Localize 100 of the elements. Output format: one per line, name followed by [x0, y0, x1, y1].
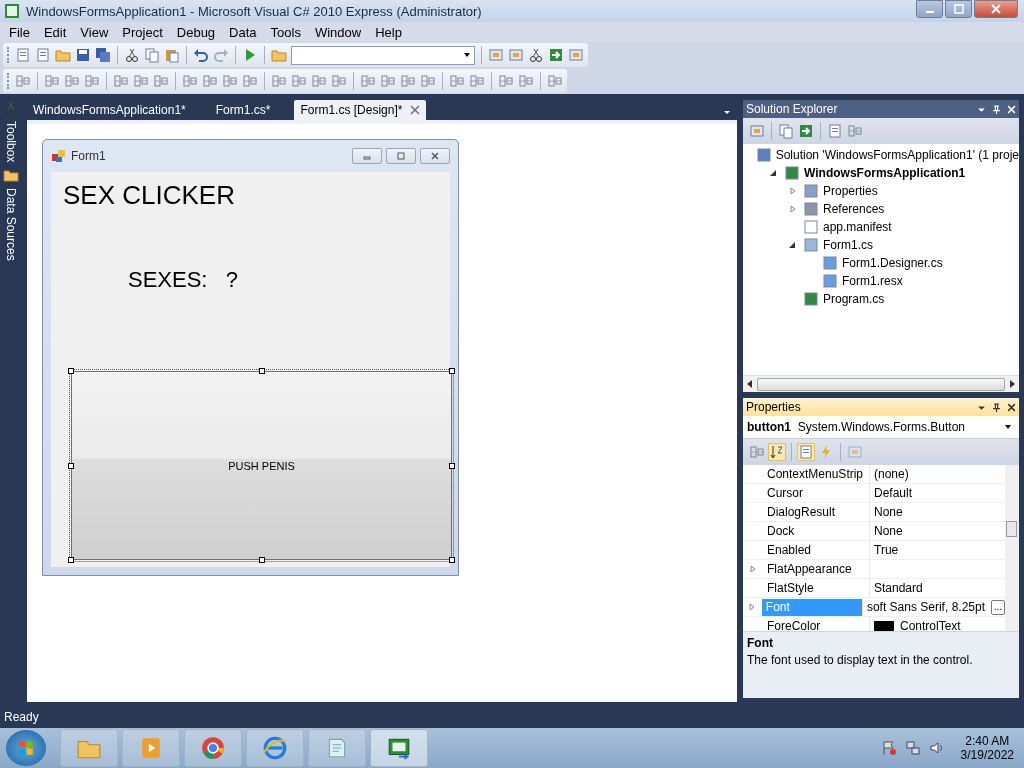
align-icon[interactable]	[242, 73, 258, 89]
menu-item[interactable]: Edit	[36, 24, 74, 40]
vertical-scrollbar[interactable]	[1005, 465, 1019, 631]
taskbar-button[interactable]	[184, 729, 242, 767]
menu-item[interactable]: Debug	[169, 24, 223, 40]
save-all-icon[interactable]	[95, 47, 111, 63]
align-icon[interactable]	[222, 73, 238, 89]
flag-icon[interactable]	[880, 740, 897, 756]
property-name[interactable]: Dock	[763, 522, 870, 540]
form-button[interactable]: PUSH PENIS	[71, 371, 452, 560]
align-icon[interactable]	[271, 73, 287, 89]
speaker-icon[interactable]	[928, 740, 945, 756]
property-name[interactable]: FlatStyle	[763, 579, 870, 597]
property-value[interactable]: None	[874, 505, 903, 519]
property-name[interactable]: DialogResult	[763, 503, 870, 521]
resize-handle[interactable]	[68, 368, 74, 374]
tree-item[interactable]: Form1.Designer.cs	[842, 256, 943, 270]
tree-item[interactable]: Properties	[823, 184, 878, 198]
align-icon[interactable]	[113, 73, 129, 89]
document-tab[interactable]: Form1.cs*	[209, 100, 277, 120]
pin-icon[interactable]	[992, 402, 1001, 412]
close-button[interactable]	[420, 148, 450, 164]
align-icon[interactable]	[182, 73, 198, 89]
align-icon[interactable]	[15, 73, 31, 89]
property-name[interactable]: Enabled	[763, 541, 870, 559]
network-icon[interactable]	[904, 740, 921, 756]
document-tab[interactable]: WindowsFormsApplication1*	[27, 100, 192, 120]
align-icon[interactable]	[44, 73, 60, 89]
document-tab[interactable]: Form1.cs [Design]*	[294, 100, 427, 120]
property-name[interactable]: ContextMenuStrip	[763, 465, 870, 483]
align-icon[interactable]	[380, 73, 396, 89]
save-icon[interactable]	[75, 47, 91, 63]
align-icon[interactable]	[64, 73, 80, 89]
sort-icon[interactable]	[769, 444, 785, 460]
align-icon[interactable]	[518, 73, 534, 89]
tree-item[interactable]: Form1.resx	[842, 274, 903, 288]
tree-item[interactable]: References	[823, 202, 885, 216]
taskbar-button[interactable]	[246, 729, 304, 767]
horizontal-scrollbar[interactable]	[743, 375, 1019, 392]
align-icon[interactable]	[547, 73, 563, 89]
property-value[interactable]: True	[874, 543, 899, 557]
tree-item[interactable]: Solution 'WindowsFormsApplication1' (1 proje	[775, 148, 1019, 162]
menu-item[interactable]: Project	[115, 24, 170, 40]
property-value[interactable]: None	[874, 524, 903, 538]
property-value[interactable]: Default	[874, 486, 913, 500]
resize-handle[interactable]	[68, 557, 74, 563]
menu-item[interactable]: View	[73, 24, 116, 40]
tree-item[interactable]: app.manifest	[823, 220, 892, 234]
scissors-icon[interactable]	[124, 47, 140, 63]
side-tab[interactable]: Toolbox	[4, 119, 18, 165]
minimize-button[interactable]	[352, 148, 382, 164]
folder-icon[interactable]	[271, 47, 287, 63]
close-icon[interactable]	[1007, 402, 1016, 412]
tree-item[interactable]: Form1.cs	[823, 238, 873, 252]
property-name[interactable]: Cursor	[763, 484, 870, 502]
align-icon[interactable]	[153, 73, 169, 89]
maximize-button[interactable]	[945, 0, 972, 18]
ellipsis-button[interactable]: ...	[991, 599, 1005, 615]
resize-handle[interactable]	[449, 462, 455, 469]
align-icon[interactable]	[420, 73, 436, 89]
dropdown-icon[interactable]	[723, 108, 731, 116]
clock[interactable]: 2:40 AM 3/19/2022	[960, 734, 1014, 762]
paste-icon[interactable]	[164, 47, 180, 63]
copy-icon[interactable]	[778, 123, 794, 139]
tree-item[interactable]: WindowsFormsApplication1	[804, 166, 966, 180]
menu-item[interactable]: Tools	[263, 24, 308, 40]
resize-handle[interactable]	[68, 462, 74, 469]
menu-item[interactable]: Help	[368, 24, 409, 40]
scroll-left-icon[interactable]	[747, 380, 753, 388]
resize-handle[interactable]	[449, 368, 455, 374]
property-value[interactable]: soft Sans Serif, 8.25pt	[866, 600, 985, 614]
list-icon[interactable]	[798, 444, 814, 460]
align-icon[interactable]	[360, 73, 376, 89]
align-icon[interactable]	[311, 73, 327, 89]
menu-item[interactable]: File	[2, 24, 37, 40]
menu-item[interactable]: Window	[307, 24, 369, 40]
start-button[interactable]	[6, 730, 46, 766]
align-icon[interactable]	[291, 73, 307, 89]
tree-item[interactable]: Program.cs	[823, 292, 885, 306]
side-tab[interactable]: Data Sources	[4, 186, 18, 264]
taskbar-button[interactable]	[370, 729, 428, 767]
align-icon[interactable]	[202, 73, 218, 89]
expander-icon[interactable]	[770, 169, 778, 177]
resize-handle[interactable]	[449, 557, 455, 563]
close-button[interactable]	[974, 0, 1018, 18]
align-icon[interactable]	[469, 73, 485, 89]
scroll-right-icon[interactable]	[1009, 380, 1015, 388]
align-icon[interactable]	[400, 73, 416, 89]
resize-handle[interactable]	[258, 368, 265, 374]
align-icon[interactable]	[133, 73, 149, 89]
align-icon[interactable]	[84, 73, 100, 89]
property-value[interactable]: (none)	[874, 467, 909, 481]
resize-handle[interactable]	[258, 557, 265, 563]
align-icon[interactable]	[449, 73, 465, 89]
menu-item[interactable]: Data	[222, 24, 264, 40]
property-name[interactable]: FlatAppearance	[763, 560, 870, 578]
align-icon[interactable]	[331, 73, 347, 89]
expander-icon[interactable]	[789, 241, 797, 249]
undo-icon[interactable]	[193, 47, 209, 63]
minimize-button[interactable]	[916, 0, 943, 18]
